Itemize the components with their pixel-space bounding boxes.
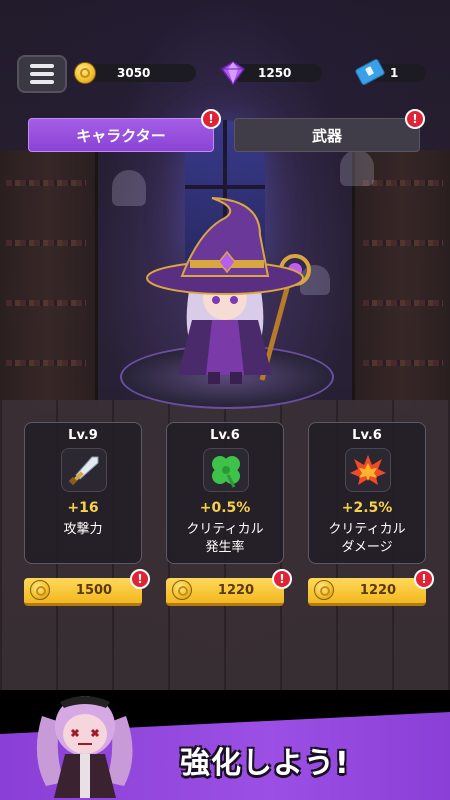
stat-name-line2: 発生率 [205,540,245,555]
gold-coin-icon [74,62,96,84]
stat-card-critical-rate[interactable]: Lv.6 +0.5% クリティカル 発生率 [166,422,284,564]
witch-character-image [146,197,311,384]
purple-gem-icon [220,61,246,86]
doll-mascot-image [36,696,133,798]
bookshelf-right [352,150,450,410]
stat-bonus: +2.5% [341,500,393,516]
tab-character-label: キャラクター [76,127,166,145]
tab-weapon-label: 武器 [311,127,342,145]
stat-level: Lv.6 [352,428,382,443]
four-leaf-clover-icon [212,456,240,488]
gold-counter: 3050 [84,64,196,82]
upgrade-alert-badge: ! [130,569,150,589]
menu-button[interactable] [17,55,67,93]
upgrade-cost: 1500 [75,583,113,598]
stat-name-line1: クリティカル [328,522,406,537]
upgrade-alert-badge: ! [272,569,292,589]
upgrade-critical-damage-button[interactable]: 1220 [308,578,426,606]
gold-coin-icon [30,580,50,600]
stat-bonus: +16 [67,500,99,516]
hamburger-menu-icon [30,64,54,68]
stat-name-line1: クリティカル [186,522,264,537]
upgrade-cost: 1220 [359,583,397,598]
tab-weapon-alert-badge: ! [405,109,425,129]
upgrade-critical-rate-button[interactable]: 1220 [166,578,284,606]
ghost-decoration [340,150,374,186]
tab-character[interactable]: キャラクター [28,118,214,152]
stat-card-critical-damage[interactable]: Lv.6 +2.5% クリティカル ダメージ [308,422,426,564]
sword-icon [68,456,99,486]
ticket-amount: 1 [390,66,399,80]
tab-weapon[interactable]: 武器 [234,118,420,152]
stat-level: Lv.6 [210,428,240,443]
stat-level: Lv.9 [68,428,98,443]
bookshelf-left [0,150,98,410]
upgrade-attack-button[interactable]: 1500 [24,578,142,606]
tab-character-alert-badge: ! [201,109,221,129]
stat-card-attack[interactable]: Lv.9 +16 攻撃力 [24,422,142,564]
gold-coin-icon [172,580,192,600]
upgrade-cost: 1220 [217,583,255,598]
upgrade-alert-badge: ! [414,569,434,589]
explosion-icon [350,455,386,485]
gold-amount: 3050 [117,66,151,80]
stat-bonus: +0.5% [199,500,251,516]
gem-amount: 1250 [258,66,292,80]
stat-name: 攻撃力 [63,522,103,537]
promo-banner-text: 強化しよう! [180,746,350,781]
stat-name-line2: ダメージ [341,540,393,555]
gold-coin-icon [314,580,334,600]
